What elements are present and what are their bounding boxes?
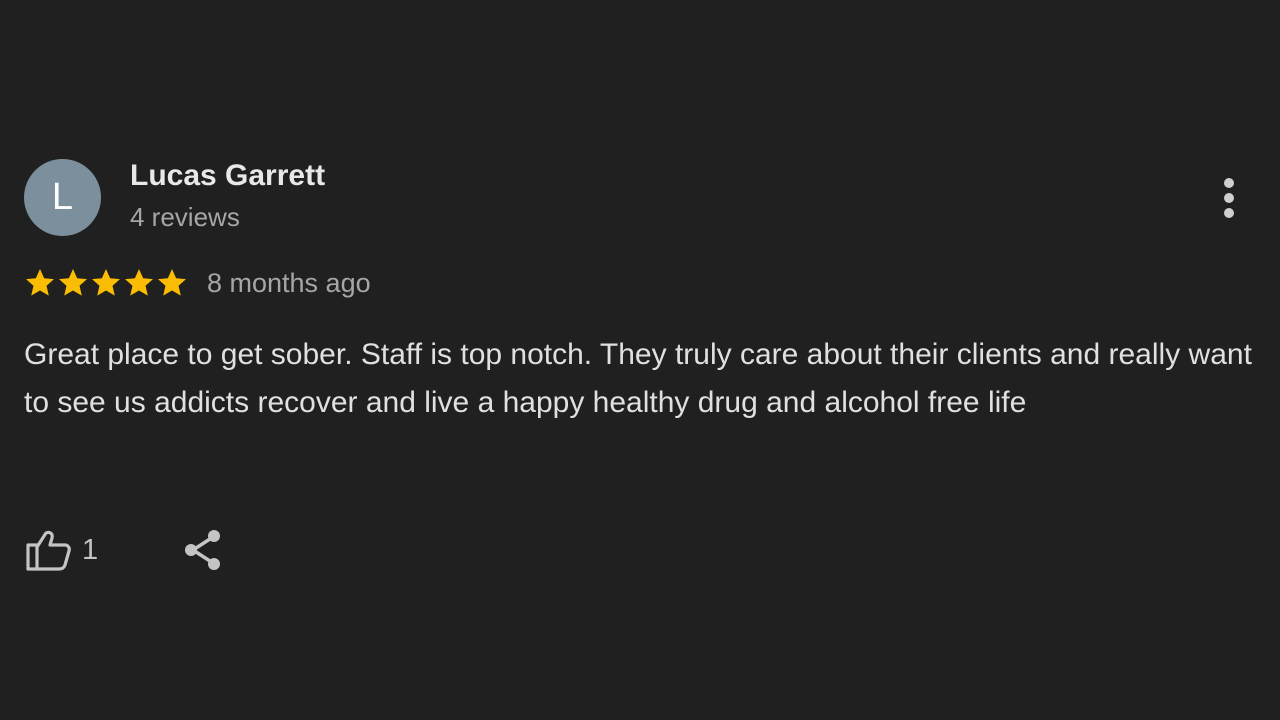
avatar-letter: L	[51, 176, 74, 218]
author-name[interactable]: Lucas Garrett	[130, 159, 325, 193]
share-icon	[185, 530, 220, 570]
like-count: 1	[82, 533, 99, 566]
star-icon	[158, 269, 186, 296]
rating-row: 8 months ago	[24, 264, 371, 302]
star-rating	[24, 267, 188, 299]
like-button[interactable]: 1	[24, 524, 98, 576]
share-button[interactable]	[180, 526, 226, 574]
author-review-count: 4 reviews	[130, 202, 240, 232]
review-time: 8 months ago	[207, 267, 371, 298]
avatar[interactable]: L	[24, 159, 101, 236]
star-icon	[59, 269, 87, 296]
review-card: L Lucas Garrett 4 reviews 8 months ago G…	[0, 0, 1280, 720]
star-icon	[125, 269, 153, 296]
star-icon	[26, 269, 54, 296]
star-icon	[92, 269, 120, 296]
more-vertical-icon	[1224, 178, 1234, 218]
review-text: Great place to get sober. Staff is top n…	[24, 338, 1252, 419]
thumbs-up-icon	[26, 530, 71, 571]
more-options-button[interactable]	[1209, 172, 1249, 224]
